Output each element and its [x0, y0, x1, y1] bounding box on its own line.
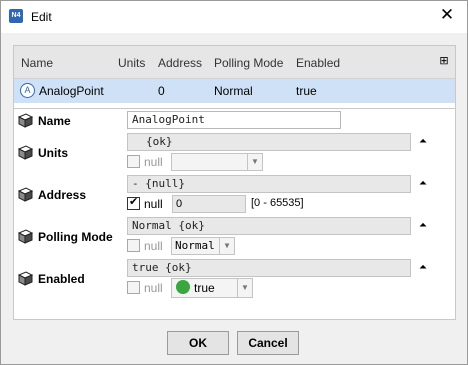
- polling-mode-select[interactable]: Normal ▼: [171, 237, 235, 255]
- table-header: Name Units Address Polling Mode Enabled …: [14, 46, 455, 79]
- name-input[interactable]: AnalogPoint: [127, 111, 341, 129]
- chevron-down-icon: ▼: [247, 154, 262, 170]
- dialog-title: Edit: [31, 10, 52, 24]
- address-range: [0 - 65535]: [251, 197, 304, 209]
- cell-enabled: true: [296, 84, 317, 98]
- address-null-checkbox[interactable]: [127, 195, 140, 210]
- divider: [14, 108, 455, 109]
- close-icon[interactable]: ✕: [439, 6, 455, 23]
- polling-mode-select-value: Normal: [175, 239, 215, 252]
- enabled-label: Enabled: [38, 272, 85, 286]
- column-header-enabled[interactable]: Enabled: [296, 56, 340, 70]
- polling-mode-status: Normal {ok}: [127, 217, 411, 235]
- polling-mode-label: Polling Mode: [38, 230, 113, 244]
- column-header-address[interactable]: Address: [158, 56, 202, 70]
- push-up-icon[interactable]: ⏶: [417, 262, 429, 274]
- name-label: Name: [38, 114, 71, 128]
- column-header-units[interactable]: Units: [118, 56, 145, 70]
- button-bar: OK Cancel: [1, 331, 467, 357]
- cell-polling-mode: Normal: [214, 84, 253, 98]
- cancel-button[interactable]: Cancel: [237, 331, 299, 355]
- analog-point-icon: A: [20, 83, 35, 98]
- cell-name: AnalogPoint: [39, 84, 104, 98]
- address-status: - {null}: [127, 175, 411, 193]
- enabled-null-label: null: [144, 281, 163, 295]
- property-icon: [18, 229, 33, 244]
- units-null-label: null: [144, 155, 163, 169]
- enabled-status: true {ok}: [127, 259, 411, 277]
- status-true-icon: [176, 280, 190, 294]
- content-panel: Name Units Address Polling Mode Enabled …: [13, 45, 456, 320]
- address-label: Address: [38, 188, 87, 202]
- units-label: Units: [38, 146, 68, 160]
- units-status: {ok}: [127, 133, 411, 151]
- property-icon: [18, 271, 33, 286]
- push-up-icon[interactable]: ⏶: [417, 178, 429, 190]
- ok-button[interactable]: OK: [167, 331, 229, 355]
- cell-address: 0: [158, 84, 165, 98]
- address-null-label: null: [144, 197, 163, 211]
- push-up-icon[interactable]: ⏶: [417, 136, 429, 148]
- enabled-select[interactable]: true ▼: [171, 278, 253, 298]
- title-bar: N4 Edit ✕: [1, 1, 467, 33]
- column-header-name[interactable]: Name: [21, 56, 53, 70]
- property-icon: [18, 113, 33, 128]
- units-select[interactable]: ▼: [171, 153, 263, 171]
- polling-mode-null-label: null: [144, 239, 163, 253]
- polling-mode-null-checkbox[interactable]: [127, 239, 140, 252]
- enabled-null-checkbox[interactable]: [127, 281, 140, 294]
- column-header-polling-mode[interactable]: Polling Mode: [214, 56, 283, 70]
- edit-dialog: N4 Edit ✕ Name Units Address Polling Mod…: [0, 0, 468, 365]
- table-row[interactable]: A AnalogPoint 0 Normal true: [14, 79, 455, 103]
- units-null-checkbox[interactable]: [127, 155, 140, 168]
- enabled-select-value: true: [194, 281, 215, 295]
- address-number-input[interactable]: 0: [172, 195, 246, 213]
- column-chooser-icon[interactable]: ⊞: [437, 54, 451, 68]
- push-up-icon[interactable]: ⏶: [417, 220, 429, 232]
- app-icon: N4: [9, 9, 23, 23]
- chevron-down-icon: ▼: [237, 279, 252, 297]
- chevron-down-icon: ▼: [219, 238, 234, 254]
- property-icon: [18, 187, 33, 202]
- property-icon: [18, 145, 33, 160]
